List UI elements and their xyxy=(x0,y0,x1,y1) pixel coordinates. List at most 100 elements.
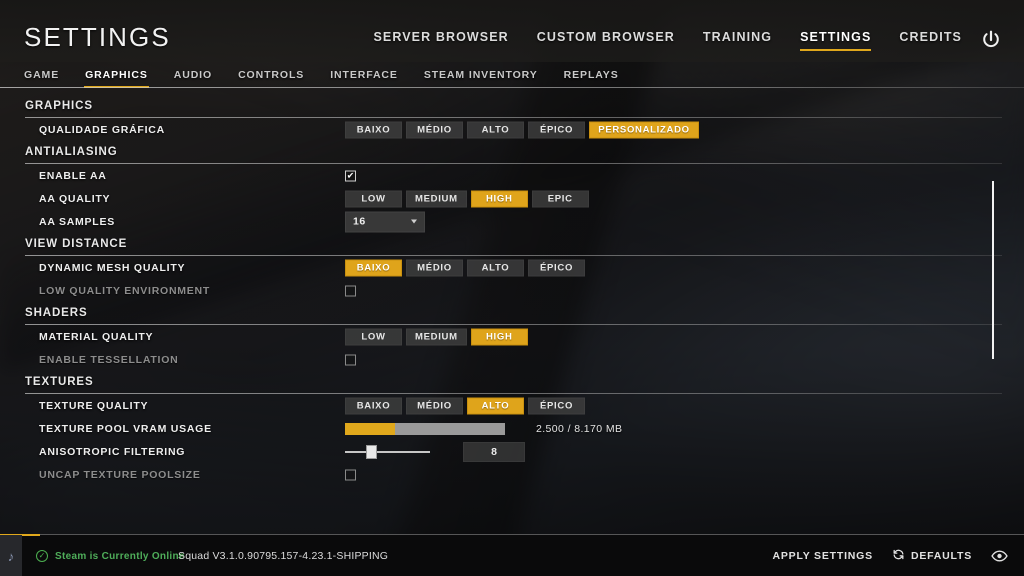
option-button-selected[interactable]: PERSONALIZADO xyxy=(589,121,699,138)
setting-row: ENABLE TESSELLATION ✔ xyxy=(12,348,1010,371)
section-heading: VIEW DISTANCE xyxy=(12,233,1010,255)
option-button[interactable]: MEDIUM xyxy=(406,190,467,207)
slider[interactable] xyxy=(345,444,430,459)
checkbox[interactable]: ✔ xyxy=(345,170,356,181)
option-button[interactable]: ÉPICO xyxy=(528,397,585,414)
option-button[interactable]: BAIXO xyxy=(345,397,402,414)
settings-panel: GRAPHICS QUALIDADE GRÁFICA BAIXO MÉDIO ALTO É… xyxy=(12,95,1010,527)
topnav-item-custom-browser[interactable]: CUSTOM BROWSER xyxy=(537,30,675,44)
section-heading-label: ANTIALIASING xyxy=(25,146,118,158)
setting-row: TEXTURE QUALITY BAIXO MÉDIO ALTO ÉPICO xyxy=(12,394,1010,417)
option-button-selected[interactable]: BAIXO xyxy=(345,259,402,276)
setting-label: DYNAMIC MESH QUALITY xyxy=(39,261,186,274)
apply-settings-label: APPLY SETTINGS xyxy=(772,550,873,562)
setting-row: MATERIAL QUALITY LOW MEDIUM HIGH xyxy=(12,325,1010,348)
setting-label: ENABLE TESSELLATION xyxy=(39,353,179,366)
panel-scrollbar[interactable] xyxy=(991,95,995,527)
option-button[interactable]: ÉPICO xyxy=(528,121,585,138)
setting-label: MATERIAL QUALITY xyxy=(39,330,154,343)
scrollbar-thumb[interactable] xyxy=(992,181,994,359)
option-button[interactable]: MÉDIO xyxy=(406,397,463,414)
section-heading-label: TEXTURES xyxy=(25,376,94,388)
check-circle-icon: ✓ xyxy=(36,550,48,562)
setting-row: AA QUALITY LOW MEDIUM HIGH EPIC xyxy=(12,187,1010,210)
setting-label: UNCAP TEXTURE POOLSIZE xyxy=(39,468,201,481)
setting-control: LOW MEDIUM HIGH xyxy=(345,328,528,345)
tab-interface[interactable]: INTERFACE xyxy=(330,62,398,88)
option-button[interactable]: ALTO xyxy=(467,259,524,276)
option-button-selected[interactable]: HIGH xyxy=(470,328,528,345)
section-heading-label: GRAPHICS xyxy=(25,100,93,112)
topnav-item-training[interactable]: TRAINING xyxy=(703,30,772,44)
setting-row: TEXTURE POOL VRAM USAGE 2.500 / 8.170 MB xyxy=(12,417,1010,440)
vram-progress-bar[interactable] xyxy=(345,422,505,435)
setting-label: ENABLE AA xyxy=(39,169,107,182)
option-group: LOW MEDIUM HIGH xyxy=(345,328,528,345)
tab-replays[interactable]: REPLAYS xyxy=(564,62,619,88)
setting-control: 8 xyxy=(345,441,525,462)
tabbar-divider xyxy=(0,87,1024,88)
option-button[interactable]: MÉDIO xyxy=(406,259,463,276)
apply-settings-button[interactable]: APPLY SETTINGS xyxy=(772,550,872,562)
defaults-button[interactable]: DEFAULTS xyxy=(892,548,972,564)
topnav-item-settings[interactable]: SETTINGS xyxy=(800,30,872,51)
setting-row: AA SAMPLES 16 xyxy=(12,210,1010,233)
option-button[interactable]: ÉPICO xyxy=(528,259,585,276)
option-button[interactable]: LOW xyxy=(345,328,402,345)
tab-audio[interactable]: AUDIO xyxy=(174,62,212,88)
vram-progress-fill xyxy=(345,422,395,435)
power-icon[interactable] xyxy=(976,25,1006,55)
page-title: SETTINGS xyxy=(24,22,171,52)
option-button-selected[interactable]: HIGH xyxy=(470,190,528,207)
dropdown[interactable]: 16 xyxy=(345,211,425,232)
setting-control: ✔ xyxy=(345,285,356,296)
setting-label: ANISOTROPIC FILTERING xyxy=(39,445,186,458)
option-button-selected[interactable]: ALTO xyxy=(467,397,524,414)
steam-status-group: ✓ Steam is Currently Online xyxy=(36,535,185,576)
setting-label: AA QUALITY xyxy=(39,192,111,205)
checkbox[interactable]: ✔ xyxy=(345,354,356,365)
settings-list: GRAPHICS QUALIDADE GRÁFICA BAIXO MÉDIO ALTO É… xyxy=(12,95,1010,486)
setting-control: 2.500 / 8.170 MB xyxy=(345,422,622,435)
settings-tabbar: GAME GRAPHICS AUDIO CONTROLS INTERFACE STEAM … xyxy=(0,62,1024,88)
setting-label: LOW QUALITY ENVIRONMENT xyxy=(39,284,211,297)
option-button[interactable]: BAIXO xyxy=(345,121,402,138)
option-button[interactable]: ALTO xyxy=(467,121,524,138)
option-button[interactable]: MÉDIO xyxy=(406,121,463,138)
checkbox[interactable]: ✔ xyxy=(345,469,356,480)
setting-control: BAIXO MÉDIO ALTO ÉPICO xyxy=(345,397,585,414)
topnav-item-credits[interactable]: CREDITS xyxy=(899,30,962,44)
option-button[interactable]: MEDIUM xyxy=(406,328,467,345)
music-note-icon[interactable]: ♪ xyxy=(0,535,22,576)
option-group: BAIXO MÉDIO ALTO ÉPICO xyxy=(345,259,585,276)
setting-row: ANISOTROPIC FILTERING 8 xyxy=(12,440,1010,463)
section-heading: ANTIALIASING xyxy=(12,141,1010,163)
chevron-down-icon xyxy=(411,219,417,224)
dropdown-value: 16 xyxy=(353,215,366,228)
setting-control: ✔ xyxy=(345,170,356,181)
option-button[interactable]: LOW xyxy=(345,190,402,207)
steam-status-text: Steam is Currently Online xyxy=(55,550,185,562)
setting-label: QUALIDADE GRÁFICA xyxy=(39,123,165,136)
slider-handle[interactable] xyxy=(366,444,378,459)
setting-control: ✔ xyxy=(345,469,356,480)
check-icon: ✔ xyxy=(346,170,355,180)
setting-control: BAIXO MÉDIO ALTO ÉPICO PERSONALIZADO xyxy=(345,121,699,138)
checkbox[interactable]: ✔ xyxy=(345,285,356,296)
tab-steam-inventory[interactable]: STEAM INVENTORY xyxy=(424,62,538,88)
setting-row: ENABLE AA ✔ xyxy=(12,164,1010,187)
eye-icon[interactable] xyxy=(991,550,1008,562)
tab-graphics[interactable]: GRAPHICS xyxy=(84,62,149,88)
topnav-item-server-browser[interactable]: SERVER BROWSER xyxy=(373,30,508,44)
music-note-glyph: ♪ xyxy=(7,548,15,564)
tab-game[interactable]: GAME xyxy=(24,62,59,88)
tab-controls[interactable]: CONTROLS xyxy=(238,62,304,88)
option-button[interactable]: EPIC xyxy=(531,190,589,207)
option-group: BAIXO MÉDIO ALTO ÉPICO xyxy=(345,397,585,414)
slider-value: 8 xyxy=(463,441,525,462)
header-bar: SETTINGS SERVER BROWSER CUSTOM BROWSER TRA… xyxy=(0,0,1024,62)
option-group: BAIXO MÉDIO ALTO ÉPICO PERSONALIZADO xyxy=(345,121,699,138)
version-text: Squad V3.1.0.90795.157-4.23.1-SHIPPING xyxy=(178,550,389,562)
setting-row: LOW QUALITY ENVIRONMENT ✔ xyxy=(12,279,1010,302)
slider-track xyxy=(345,450,430,453)
